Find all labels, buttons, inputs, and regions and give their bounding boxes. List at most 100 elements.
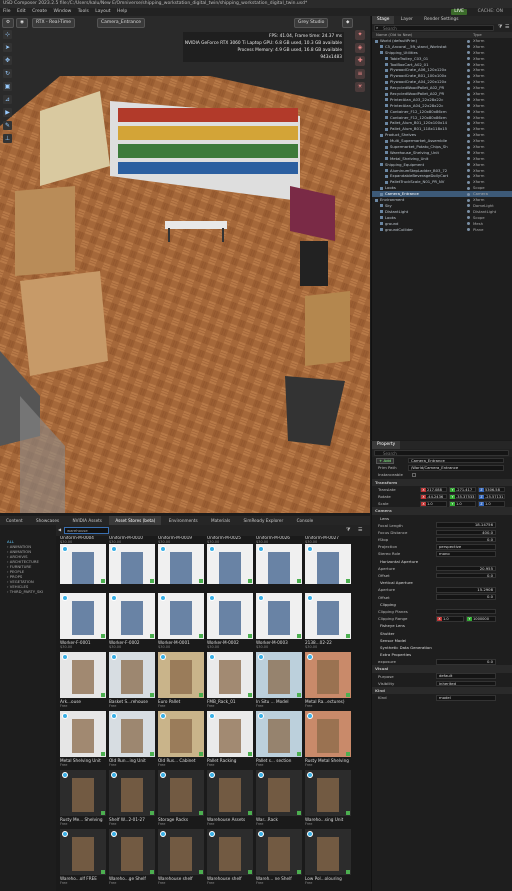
tab-console[interactable]: Console bbox=[291, 516, 320, 525]
visibility-eye-icon[interactable] bbox=[467, 228, 470, 231]
stage-search-input[interactable]: Search bbox=[374, 25, 494, 31]
visibility-eye-icon[interactable] bbox=[467, 145, 470, 149]
visibility-eye-icon[interactable] bbox=[467, 169, 470, 173]
clipping-planes-field[interactable] bbox=[436, 608, 496, 615]
scale-x[interactable]: X 1.0 bbox=[420, 500, 447, 507]
play-icon[interactable]: ▶ bbox=[3, 108, 12, 117]
visibility-eye-icon[interactable] bbox=[467, 98, 470, 102]
visibility-eye-icon[interactable] bbox=[467, 74, 470, 78]
asset-card[interactable]: Metal Shelving Unit Free bbox=[60, 711, 106, 767]
asset-card[interactable]: Warehouse Assets Free bbox=[207, 770, 253, 826]
asset-card[interactable]: Worker-F-0001 $30.00 bbox=[60, 593, 106, 649]
visibility-eye-icon[interactable] bbox=[467, 104, 470, 108]
visibility-eye-icon[interactable] bbox=[467, 110, 470, 114]
tab-render-settings[interactable]: Render Settings bbox=[419, 16, 463, 24]
add-button[interactable]: + Add bbox=[376, 458, 395, 464]
tab-property[interactable]: Property bbox=[372, 441, 401, 449]
download-icon[interactable] bbox=[248, 579, 252, 583]
h-aperture-field[interactable]: 20.955 bbox=[436, 565, 496, 572]
download-icon[interactable] bbox=[101, 811, 105, 815]
visibility-eye-icon[interactable] bbox=[467, 133, 470, 137]
visibility-eye-icon[interactable] bbox=[467, 92, 470, 96]
category-item[interactable]: › THIRD_PARTY_SKI bbox=[0, 589, 56, 594]
asset-card[interactable]: 2138...02-22 $30.00 bbox=[305, 593, 351, 649]
download-icon[interactable] bbox=[297, 693, 301, 697]
asset-card[interactable]: War...Rack Free bbox=[256, 770, 302, 826]
v-offset-field[interactable]: 0.0 bbox=[436, 594, 496, 600]
tab-showcases[interactable]: Showcases bbox=[30, 516, 65, 525]
visibility-dropdown[interactable]: inherited bbox=[436, 680, 496, 687]
download-icon[interactable] bbox=[346, 579, 350, 583]
tab-simready-explorer[interactable]: SimReady Explorer bbox=[238, 516, 290, 525]
visibility-eye-icon[interactable] bbox=[467, 151, 470, 155]
visibility-eye-icon[interactable] bbox=[467, 139, 470, 143]
menu-tools[interactable]: Tools bbox=[78, 9, 89, 14]
sensor-subsection[interactable]: Sensor Model bbox=[372, 637, 512, 644]
asset-card[interactable]: Rusty Metal Shelving Free bbox=[305, 711, 351, 767]
translate-z[interactable]: Z 5306.58 bbox=[478, 486, 505, 493]
menu-edit[interactable]: Edit bbox=[17, 9, 26, 14]
instanceable-checkbox[interactable] bbox=[412, 472, 416, 477]
download-icon[interactable] bbox=[248, 752, 252, 756]
asset-card[interactable]: Pallet Racking Free bbox=[207, 711, 253, 767]
download-icon[interactable] bbox=[101, 870, 105, 874]
horizontal-aperture-subsection[interactable]: Horizontal Aperture bbox=[372, 558, 512, 565]
download-icon[interactable] bbox=[150, 634, 154, 638]
download-icon[interactable] bbox=[346, 634, 350, 638]
visibility-eye-icon[interactable] bbox=[467, 45, 470, 49]
asset-card[interactable]: Old Run...ing Unit Free bbox=[109, 711, 155, 767]
visibility-eye-icon[interactable] bbox=[467, 68, 470, 72]
property-search-input[interactable]: Search bbox=[374, 450, 509, 456]
navigation-icon[interactable]: ✦ bbox=[355, 30, 365, 40]
viewport-menu-icon[interactable]: ◆ bbox=[342, 18, 354, 28]
download-icon[interactable] bbox=[346, 811, 350, 815]
fstop-field[interactable]: 0.0 bbox=[436, 536, 496, 543]
asset-card[interactable]: Storage Racks Free bbox=[158, 770, 204, 826]
download-icon[interactable] bbox=[150, 752, 154, 756]
download-icon[interactable] bbox=[150, 870, 154, 874]
download-icon[interactable] bbox=[297, 752, 301, 756]
download-icon[interactable] bbox=[248, 693, 252, 697]
transform-section[interactable]: Transform bbox=[372, 478, 512, 486]
download-icon[interactable] bbox=[199, 752, 203, 756]
download-icon[interactable] bbox=[150, 811, 154, 815]
exposure-field[interactable]: 0.0 bbox=[436, 659, 496, 665]
asset-search-input[interactable]: warehouse bbox=[64, 527, 109, 534]
download-icon[interactable] bbox=[346, 870, 350, 874]
menu-layout[interactable]: Layout bbox=[95, 9, 110, 14]
asset-card[interactable]: Uniform-M-0026 $30.00 bbox=[256, 536, 302, 584]
asset-card[interactable]: Wareho...ge Shelf Free bbox=[109, 829, 155, 885]
focus-distance-field[interactable]: 400.0 bbox=[436, 529, 496, 536]
download-icon[interactable] bbox=[150, 693, 154, 697]
scale-y[interactable]: Y 1.0 bbox=[449, 500, 476, 507]
asset-options-icon[interactable]: ☰ bbox=[358, 527, 362, 533]
stereo-role-dropdown[interactable]: mono bbox=[436, 551, 496, 557]
asset-card[interactable]: Ark...ouse Free bbox=[60, 652, 106, 708]
translate-y[interactable]: Y -271.417 bbox=[449, 486, 476, 493]
asset-card[interactable]: Worker-F-0002 $30.00 bbox=[109, 593, 155, 649]
asset-card[interactable]: Low Pol...olouring Free bbox=[305, 829, 351, 885]
visibility-eye-icon[interactable] bbox=[467, 210, 470, 214]
asset-card[interactable]: Wareh... ne Shelf Free bbox=[256, 829, 302, 885]
rotate-icon[interactable]: ↻ bbox=[3, 69, 12, 78]
download-icon[interactable] bbox=[199, 870, 203, 874]
extra-properties-subsection[interactable]: Extra Properties bbox=[372, 651, 512, 658]
asset-card[interactable]: Uniform-M-0027 $30.00 bbox=[305, 536, 351, 584]
filter-icon[interactable]: ⧩ bbox=[498, 24, 502, 30]
markup-icon[interactable]: ✚ bbox=[355, 56, 365, 66]
clip-far[interactable]: Y 1000000 bbox=[466, 615, 496, 622]
visibility-eye-icon[interactable] bbox=[467, 216, 470, 220]
tab-materials[interactable]: Materials bbox=[205, 516, 236, 525]
download-icon[interactable] bbox=[150, 579, 154, 583]
download-icon[interactable] bbox=[346, 693, 350, 697]
asset-card[interactable]: Pallet s... section Free bbox=[256, 711, 302, 767]
asset-card[interactable]: Worker-M-0001 $30.00 bbox=[158, 593, 204, 649]
projection-dropdown[interactable]: perspective bbox=[436, 544, 496, 550]
select-icon[interactable]: ⊹ bbox=[3, 30, 12, 39]
cache-status[interactable]: CACHE: ON bbox=[478, 8, 503, 16]
clip-near[interactable]: X 1.0 bbox=[436, 615, 464, 622]
visibility-eye-icon[interactable] bbox=[467, 63, 470, 67]
clipping-subsection[interactable]: Clipping bbox=[372, 601, 512, 608]
download-icon[interactable] bbox=[101, 752, 105, 756]
focal-length-field[interactable]: 18.14756 bbox=[436, 522, 496, 529]
